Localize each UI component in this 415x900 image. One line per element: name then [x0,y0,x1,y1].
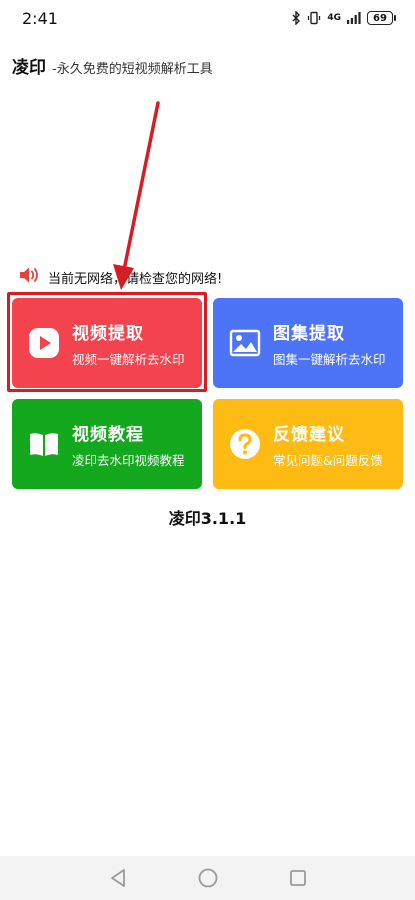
version-label: 凌印3.1.1 [168,509,247,528]
card-subtitle: 图集一键解析去水印 [273,351,386,367]
network-type-label: 4G [327,13,341,23]
feedback-card[interactable]: 反馈建议 常见问题&问题反馈 [213,399,403,489]
card-subtitle: 视频一键解析去水印 [72,351,185,367]
card-subtitle: 常见问题&问题反馈 [273,452,383,468]
navigation-bar [0,856,415,900]
play-icon [26,325,62,361]
battery-icon: 69 [367,11,396,25]
card-title: 图集提取 [273,323,345,344]
book-icon [26,426,62,462]
vibrate-icon [307,11,321,25]
app-subtitle: -永久免费的短视频解析工具 [52,62,213,77]
home-icon[interactable] [194,864,222,892]
signal-icon [347,12,361,24]
gallery-extract-card[interactable]: 图集提取 图集一键解析去水印 [213,298,403,388]
app-screen: 2:41 4G 69 凌印 -永久免费的短视频解析工具 当前无网络，请检查您的网… [0,0,415,900]
status-time: 2:41 [22,8,58,28]
card-subtitle: 凌印去水印视频教程 [72,452,185,468]
status-icons: 4G 69 [291,11,396,25]
video-extract-card[interactable]: 视频提取 视频一键解析去水印 [12,298,202,388]
speaker-icon [18,265,40,289]
app-title: 凌印 [12,58,46,78]
card-title: 视频教程 [72,424,144,445]
video-tutorial-card[interactable]: 视频教程 凌印去水印视频教程 [12,399,202,489]
card-title: 视频提取 [72,323,144,344]
back-icon[interactable] [104,864,132,892]
network-notice-text: 当前无网络，请检查您的网络! [48,271,223,287]
battery-level: 69 [373,12,387,24]
network-notice: 当前无网络，请检查您的网络! [18,266,222,288]
image-icon [227,325,263,361]
card-title: 反馈建议 [273,424,345,445]
question-icon [227,426,263,462]
recents-icon[interactable] [284,864,312,892]
bluetooth-icon [291,11,301,25]
app-header: 凌印 -永久免费的短视频解析工具 [12,53,213,78]
status-bar: 2:41 4G 69 [0,0,415,36]
